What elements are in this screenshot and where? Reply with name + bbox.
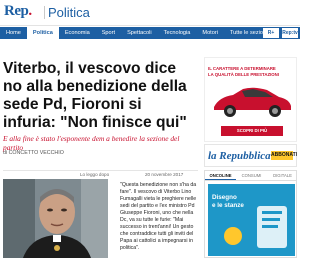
promo-widget: ONCOLINE CONSUMI DIGITALE Disegno e le s… [204,170,297,258]
logo-dot: . [28,3,32,19]
nav-home[interactable]: Home [0,27,27,39]
promo-tabs: ONCOLINE CONSUMI DIGITALE [205,171,296,181]
reptv-link[interactable]: Rep:tv [282,28,298,38]
nav-tecnologia[interactable]: Tecnologia [158,27,197,39]
nav-economia[interactable]: Economia [59,27,96,39]
repubblica-logo[interactable]: Rep. [4,3,32,20]
read-later-link[interactable]: Lo leggo dopo [80,172,109,177]
ad-headline-line1: IL CARATTERE A DETERMINARE [208,66,276,71]
bishop-portrait-image [3,179,108,258]
article-meta-bar: Lo leggo dopo 20 novembre 2017 [3,170,198,177]
car-image [214,87,291,117]
promo-line-1: Disegno [212,194,237,201]
nav-politica[interactable]: Politica [26,27,59,39]
header-divider [44,6,45,19]
tab-consumi[interactable]: CONSUMI [236,171,267,180]
ad-headline-line2: LA QUALITÀ DELLE PRESTAZIONI [208,72,279,77]
repubblica-subscribe-ad[interactable]: la Repubblica ABBONATI [204,144,297,167]
tab-oncoline[interactable]: ONCOLINE [205,171,236,180]
tab-digitale[interactable]: DIGITALE [267,171,296,180]
repubblica-wordmark: la Repubblica [208,150,271,162]
site-header: Rep. Politica [0,0,300,26]
article-photo[interactable] [3,179,108,258]
promo-image[interactable]: Disegno e le stanze [208,184,295,256]
promo-line-2: e le stanze [212,201,244,209]
subscribe-button[interactable]: ABBONATI [271,151,297,160]
ad-discover-button[interactable]: SCOPRI DI PIÙ [221,126,283,136]
nav-sport[interactable]: Sport [96,27,121,39]
logo-text: Rep [4,3,29,19]
nav-spettacoli[interactable]: Spettacoli [121,27,158,39]
nav-right-links: R+ Rep:tv [263,28,298,38]
section-title[interactable]: Politica [48,5,90,20]
nav-motori[interactable]: Motori [196,27,224,39]
car-advertisement[interactable]: IL CARATTERE A DETERMINARE LA QUALITÀ DE… [204,57,297,142]
promo-caption: Disegno e le stanze [212,194,244,209]
article-date: 20 novembre 2017 [145,172,184,177]
rep-plus-link[interactable]: R+ [263,28,279,38]
main-nav: Home Politica Economia Sport Spettacoli … [0,27,300,39]
article-headline: Viterbo, il vescovo dice no alla benediz… [3,60,187,131]
article-body: "Questa benedizione non s'ha da fare". I… [120,182,197,251]
article-byline[interactable]: di CONCETTO VECCHIO [3,150,64,156]
